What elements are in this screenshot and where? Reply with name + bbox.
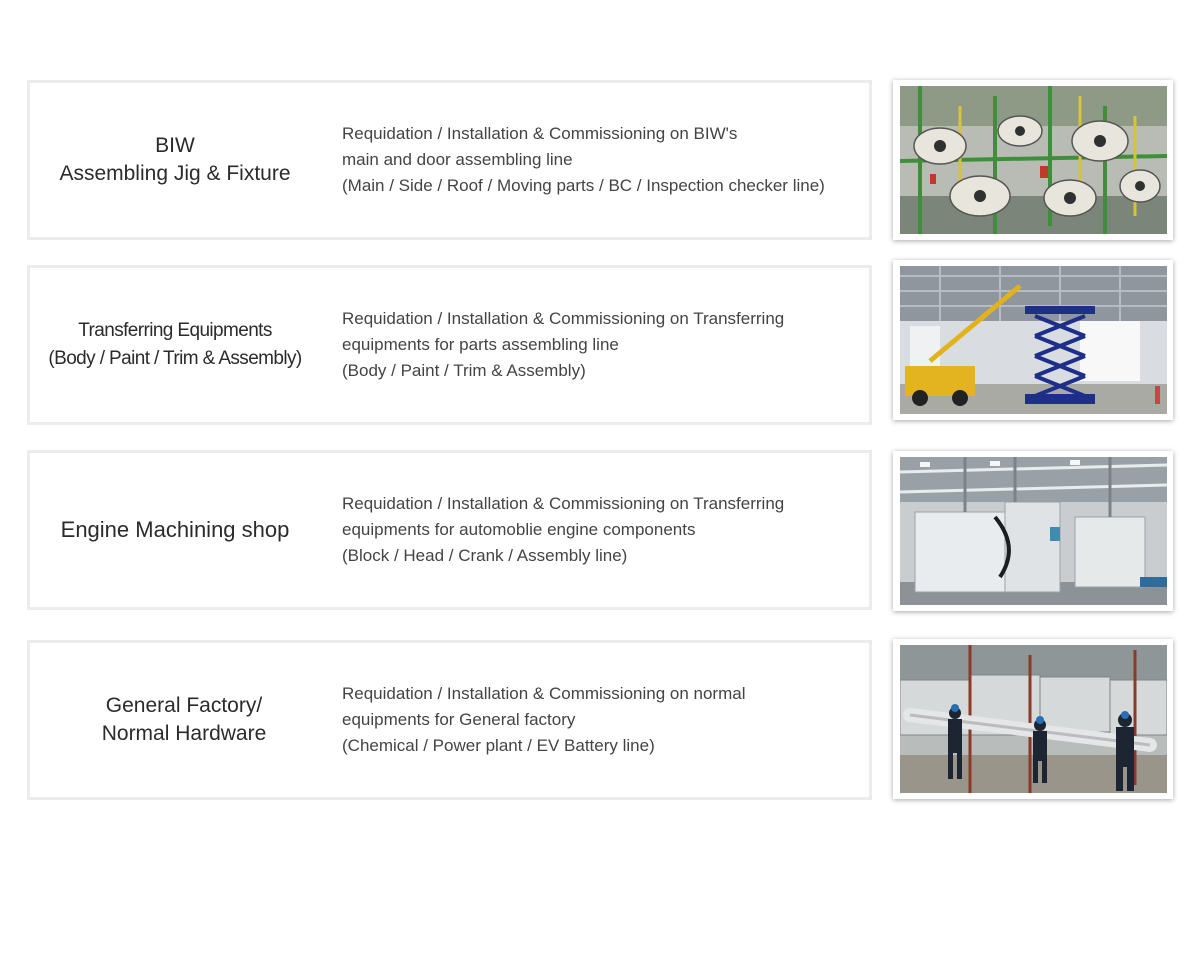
workers-installing-pipe-photo <box>900 645 1167 793</box>
service-description-line: Requidation / Installation & Commissioni… <box>342 494 785 513</box>
service-description-line: equipments for parts assembling line <box>342 335 619 354</box>
engine-machining-center-photo <box>900 457 1167 605</box>
service-card: Transferring Equipments (Body / Paint / … <box>27 265 872 425</box>
service-description-line: main and door assembling line <box>342 150 573 169</box>
biw-robot-welding-line-photo <box>900 86 1167 234</box>
service-card: Engine Machining shop Requidation / Inst… <box>27 450 872 610</box>
service-photo-frame <box>893 451 1173 611</box>
service-description-line: Requidation / Installation & Commissioni… <box>342 684 746 703</box>
service-photo-frame <box>893 80 1173 240</box>
service-title-line: Normal Hardware <box>101 722 267 745</box>
service-row-engine: Engine Machining shop Requidation / Inst… <box>0 450 1200 611</box>
service-description-line: (Chemical / Power plant / EV Battery lin… <box>342 736 655 755</box>
service-title: Transferring Equipments (Body / Paint / … <box>30 268 320 422</box>
service-description-line: (Main / Side / Roof / Moving parts / BC … <box>342 176 825 195</box>
service-title: Engine Machining shop <box>30 453 320 607</box>
service-description-line: Requidation / Installation & Commissioni… <box>342 309 785 328</box>
service-title-line: Engine Machining shop <box>60 517 290 542</box>
service-row-general-factory: General Factory/ Normal Hardware Requida… <box>0 639 1200 800</box>
service-title-line: BIW <box>155 134 195 157</box>
service-card: General Factory/ Normal Hardware Requida… <box>27 640 872 800</box>
service-card: BIW Assembling Jig & Fixture Requidation… <box>27 80 872 240</box>
service-photo-frame <box>893 260 1173 420</box>
service-row-transferring: Transferring Equipments (Body / Paint / … <box>0 260 1200 425</box>
service-description: Requidation / Installation & Commissioni… <box>342 643 872 797</box>
service-title: BIW Assembling Jig & Fixture <box>30 83 320 237</box>
service-description: Requidation / Installation & Commissioni… <box>342 83 872 237</box>
service-title-line: General Factory/ <box>105 694 263 717</box>
service-photo-frame <box>893 639 1173 799</box>
factory-hall-scissor-lift-crane-photo <box>900 266 1167 414</box>
service-description-line: (Body / Paint / Trim & Assembly) <box>342 361 586 380</box>
service-description-line: (Block / Head / Crank / Assembly line) <box>342 546 628 565</box>
service-row-biw: BIW Assembling Jig & Fixture Requidation… <box>0 80 1200 240</box>
service-description: Requidation / Installation & Commissioni… <box>342 453 872 607</box>
service-title-line: Assembling Jig & Fixture <box>59 162 291 185</box>
service-description-line: equipments for General factory <box>342 710 576 729</box>
service-description-line: Requidation / Installation & Commissioni… <box>342 124 738 143</box>
service-description: Requidation / Installation & Commissioni… <box>342 268 872 422</box>
service-title-line: Transferring Equipments <box>78 320 272 341</box>
service-title: General Factory/ Normal Hardware <box>30 643 320 797</box>
service-description-line: equipments for automoblie engine compone… <box>342 520 696 539</box>
service-title-line: (Body / Paint / Trim & Assembly) <box>48 348 302 369</box>
